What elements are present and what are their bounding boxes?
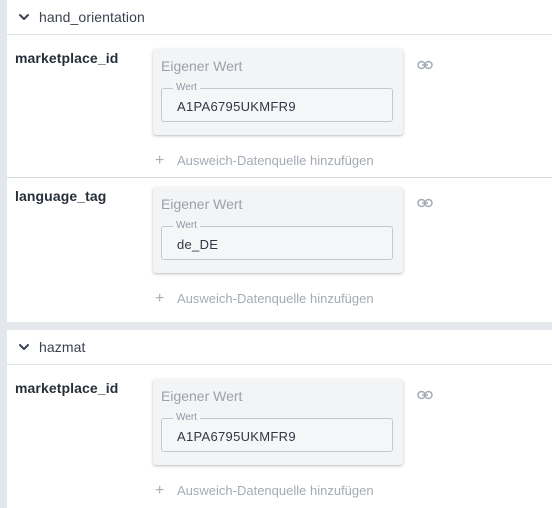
- plus-icon: +: [155, 290, 165, 307]
- section-header[interactable]: hazmat: [7, 330, 552, 365]
- plus-icon: +: [155, 482, 165, 499]
- custom-value-card: Eigener Wert Wert A1PA6795UKMFR9: [153, 379, 403, 465]
- link-icon[interactable]: [417, 198, 433, 208]
- section-hand-orientation: hand_orientation marketplace_id Eigener …: [7, 0, 552, 322]
- value-field[interactable]: Wert de_DE: [161, 220, 393, 260]
- card-title: Eigener Wert: [161, 196, 243, 212]
- value-field[interactable]: Wert A1PA6795UKMFR9: [161, 412, 393, 452]
- chevron-down-icon[interactable]: [17, 10, 31, 24]
- section-title: hazmat: [39, 339, 86, 355]
- value-field-legend: Wert: [173, 82, 200, 94]
- plus-icon: +: [155, 152, 165, 169]
- field-row-language-tag: language_tag Eigener Wert Wert de_DE + A…: [7, 178, 552, 322]
- value-field-text: de_DE: [177, 237, 219, 252]
- section-hazmat: hazmat marketplace_id Eigener Wert Wert …: [7, 330, 552, 508]
- link-icon[interactable]: [417, 60, 433, 70]
- add-fallback-source-button[interactable]: + Ausweich-Datenquelle hinzufügen: [155, 482, 374, 499]
- section-header[interactable]: hand_orientation: [7, 0, 552, 35]
- section-title: hand_orientation: [39, 9, 145, 25]
- value-field-legend: Wert: [173, 412, 200, 424]
- custom-value-card: Eigener Wert Wert de_DE: [153, 187, 403, 273]
- value-field-text: A1PA6795UKMFR9: [177, 429, 296, 444]
- value-field[interactable]: Wert A1PA6795UKMFR9: [161, 82, 393, 122]
- value-field-legend: Wert: [173, 220, 200, 232]
- add-fallback-source-button[interactable]: + Ausweich-Datenquelle hinzufügen: [155, 290, 374, 307]
- card-title: Eigener Wert: [161, 388, 243, 404]
- field-row-marketplace-id: marketplace_id Eigener Wert Wert A1PA679…: [7, 365, 552, 508]
- link-icon[interactable]: [417, 390, 433, 400]
- add-fallback-label: Ausweich-Datenquelle hinzufügen: [177, 153, 374, 168]
- add-fallback-label: Ausweich-Datenquelle hinzufügen: [177, 291, 374, 306]
- field-row-marketplace-id: marketplace_id Eigener Wert Wert A1PA679…: [7, 35, 552, 177]
- chevron-down-icon[interactable]: [17, 340, 31, 354]
- field-label: language_tag: [15, 188, 107, 204]
- left-rail: [0, 0, 7, 508]
- field-label: marketplace_id: [15, 380, 119, 396]
- field-label: marketplace_id: [15, 50, 119, 66]
- add-fallback-source-button[interactable]: + Ausweich-Datenquelle hinzufügen: [155, 152, 374, 169]
- card-title: Eigener Wert: [161, 58, 243, 74]
- add-fallback-label: Ausweich-Datenquelle hinzufügen: [177, 483, 374, 498]
- value-field-text: A1PA6795UKMFR9: [177, 99, 296, 114]
- custom-value-card: Eigener Wert Wert A1PA6795UKMFR9: [153, 49, 403, 135]
